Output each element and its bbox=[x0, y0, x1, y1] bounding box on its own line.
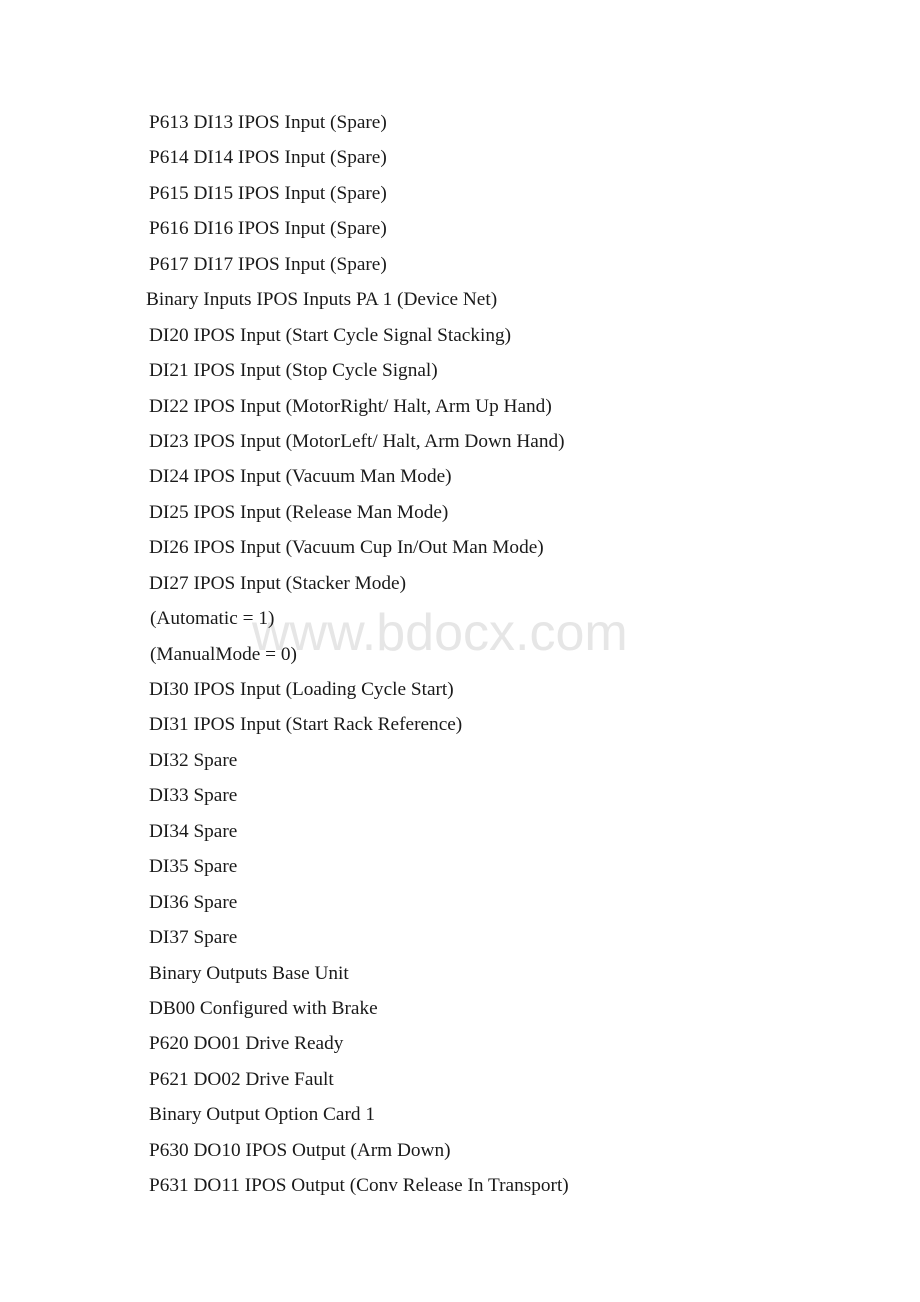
text-line: DI37 Spare bbox=[149, 927, 238, 949]
text-line: DI21 IPOS Input (Stop Cycle Signal) bbox=[149, 360, 438, 382]
section-heading-line: Binary Inputs IPOS Inputs PA 1 (Device N… bbox=[146, 289, 498, 311]
text-line: DB00 Configured with Brake bbox=[149, 997, 378, 1019]
section-heading-line: Binary Outputs Base Unit bbox=[149, 962, 349, 984]
text-line: P614 DI14 IPOS Input (Spare) bbox=[149, 147, 387, 169]
text-line: (ManualMode = 0) bbox=[150, 643, 297, 665]
text-line: DI23 IPOS Input (MotorLeft/ Halt, Arm Do… bbox=[149, 430, 565, 452]
text-line: DI31 IPOS Input (Start Rack Reference) bbox=[149, 714, 463, 736]
text-line: DI22 IPOS Input (MotorRight/ Halt, Arm U… bbox=[149, 395, 552, 417]
text-line: (Automatic = 1) bbox=[150, 608, 275, 630]
text-line: P621 DO02 Drive Fault bbox=[149, 1068, 334, 1090]
document-text-body: P613 DI13 IPOS Input (Spare) P614 DI14 I… bbox=[0, 0, 920, 1204]
text-line: DI35 Spare bbox=[149, 856, 238, 878]
text-line: DI30 IPOS Input (Loading Cycle Start) bbox=[149, 679, 454, 700]
text-line: DI32 Spare bbox=[149, 749, 238, 771]
text-line: DI33 Spare bbox=[149, 785, 238, 807]
text-line: DI25 IPOS Input (Release Man Mode) bbox=[149, 501, 449, 523]
document-page: www.bdocx.com P613 DI13 IPOS Input (Spar… bbox=[0, 0, 920, 1302]
section-heading-line: Binary Output Option Card 1 bbox=[149, 1104, 375, 1126]
text-line: DI20 IPOS Input (Start Cycle Signal Stac… bbox=[149, 324, 512, 346]
text-line: DI27 IPOS Input (Stacker Mode) bbox=[149, 572, 407, 594]
text-line: DI26 IPOS Input (Vacuum Cup In/Out Man M… bbox=[149, 537, 544, 559]
text-line: P620 DO01 Drive Ready bbox=[149, 1033, 344, 1055]
text-line: P617 DI17 IPOS Input (Spare) bbox=[149, 253, 387, 275]
text-line: DI24 IPOS Input (Vacuum Man Mode) bbox=[149, 466, 452, 488]
text-line: P616 DI16 IPOS Input (Spare) bbox=[149, 218, 387, 240]
text-line: DI36 Spare bbox=[149, 891, 238, 913]
text-line: P631 DO11 IPOS Output (Conv Release In T… bbox=[149, 1175, 569, 1197]
text-line: P615 DI15 IPOS Input (Spare) bbox=[149, 182, 387, 204]
text-line: DI34 Spare bbox=[149, 820, 238, 842]
text-line: P630 DO10 IPOS Output (Arm Down) bbox=[149, 1139, 451, 1161]
text-line: P613 DI13 IPOS Input (Spare) bbox=[149, 112, 387, 133]
